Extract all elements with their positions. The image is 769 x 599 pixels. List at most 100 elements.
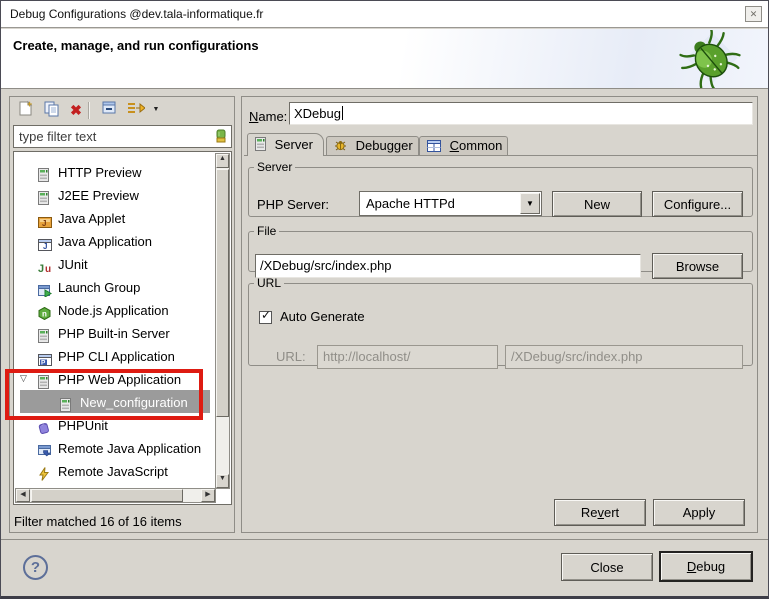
footer-separator — [1, 539, 768, 540]
tree-item-label: Remote JavaScript — [58, 464, 168, 479]
bug-icon — [678, 30, 742, 88]
help-icon[interactable]: ? — [23, 555, 48, 580]
url-group: URL ✓ Auto Generate URL: http://localhos… — [248, 276, 753, 366]
configure-button[interactable]: Configure... — [652, 191, 743, 217]
brush-icon[interactable] — [214, 128, 228, 145]
tab-common-label: Common — [450, 138, 503, 153]
tree-item-remote-java-application[interactable]: Remote Java Application — [14, 436, 216, 459]
configurations-sidebar: + ✖ ▼ type filter text HTTP Preview J2EE … — [9, 96, 235, 533]
url-base-input: http://localhost/ — [317, 345, 498, 369]
tree-item-launch-group[interactable]: Launch Group — [14, 275, 216, 298]
tree-item-phpunit[interactable]: PHPUnit — [14, 413, 216, 436]
php-server-select[interactable]: Apache HTTPd ▼ — [359, 191, 542, 216]
file-path-value: /XDebug/src/index.php — [260, 258, 392, 273]
server-group-legend: Server — [254, 160, 295, 174]
url-path-input: /XDebug/src/index.php — [505, 345, 743, 369]
revert-button[interactable]: Revert — [554, 499, 646, 526]
page-title: Create, manage, and run configurations — [13, 38, 259, 53]
tree-item-label: Node.js Application — [58, 303, 169, 318]
config-tree-rows: HTTP Preview J2EE Preview J Java Applet J Jav… — [14, 160, 216, 482]
text-caret — [342, 106, 343, 120]
url-group-legend: URL — [254, 276, 284, 290]
tree-item-node-js-application[interactable]: n Node.js Application — [14, 298, 216, 321]
svg-text:u: u — [45, 264, 51, 274]
configuration-detail-panel: Name: XDebug Server Debugger Common Serv… — [241, 96, 758, 533]
duplicate-icon[interactable] — [41, 100, 61, 120]
tree-item-php-cli-application[interactable]: P PHP CLI Application — [14, 344, 216, 367]
tree-item-label: JUnit — [58, 257, 88, 272]
window-title: Debug Configurations @dev.tala-informati… — [10, 7, 263, 21]
scroll-right-icon[interactable]: ▶ — [201, 489, 215, 502]
php-server-label: PHP Server: — [257, 197, 329, 212]
tree-item-remote-javascript[interactable]: Remote JavaScript — [14, 459, 216, 482]
collapse-all-icon[interactable] — [99, 100, 119, 120]
tree-item-label: PHPUnit — [58, 418, 108, 433]
check-mark-icon: ✓ — [261, 308, 271, 322]
new-configuration-icon[interactable]: + — [16, 100, 36, 120]
tree-item-label: Java Application — [58, 234, 152, 249]
server-group: Server PHP Server: Apache HTTPd ▼ New Co… — [248, 160, 753, 217]
apply-button[interactable]: Apply — [653, 499, 745, 526]
tree-item-label: Launch Group — [58, 280, 140, 295]
svg-text:J: J — [42, 219, 46, 228]
remote-js-icon — [38, 465, 51, 479]
file-group-legend: File — [254, 224, 279, 238]
remote-java-icon — [38, 442, 51, 456]
scroll-up-icon[interactable]: ▲ — [216, 154, 229, 168]
name-input[interactable]: XDebug — [289, 102, 753, 125]
server-icon — [38, 166, 51, 180]
tab-server-label: Server — [275, 137, 313, 152]
tree-horizontal-scrollbar[interactable]: ◀ ▶ — [15, 488, 216, 503]
nodejs-icon: n — [38, 304, 51, 318]
tree-item-php-web-application[interactable]: ▽PHP Web Application — [14, 367, 216, 390]
horizontal-scroll-thumb[interactable] — [31, 489, 183, 502]
new-server-button[interactable]: New — [552, 191, 642, 217]
tree-item-label: New_configuration — [80, 395, 188, 410]
tree-item-http-preview[interactable]: HTTP Preview — [14, 160, 216, 183]
configuration-tree: HTTP Preview J2EE Preview J Java Applet J Jav… — [13, 151, 232, 505]
tree-item-label: Java Applet — [58, 211, 125, 226]
expand-arrow-icon[interactable]: ▽ — [20, 367, 27, 390]
menu-dropdown-icon[interactable]: ▼ — [150, 100, 162, 120]
java-app-icon: J — [38, 235, 51, 249]
tree-vertical-scrollbar[interactable]: ▲ ▼ — [215, 153, 230, 489]
header-banner: Create, manage, and run configurations — [1, 29, 768, 89]
svg-text:J: J — [43, 242, 47, 251]
junit-icon: Ju — [38, 258, 51, 272]
debug-configurations-dialog: Debug Configurations @dev.tala-informati… — [0, 0, 769, 599]
scroll-left-icon[interactable]: ◀ — [16, 489, 30, 502]
close-icon[interactable]: ✕ — [745, 6, 762, 22]
phpunit-icon — [38, 419, 51, 433]
scroll-down-icon[interactable]: ▼ — [216, 474, 229, 488]
tree-item-new-configuration[interactable]: New_configuration — [20, 390, 210, 413]
combo-dropdown-icon[interactable]: ▼ — [520, 193, 540, 214]
url-label: URL: — [276, 349, 306, 364]
tab-debugger-label: Debugger — [356, 138, 413, 153]
name-label: Name: — [249, 109, 287, 124]
filter-input[interactable]: type filter text — [13, 125, 232, 148]
tree-item-label: PHP CLI Application — [58, 349, 175, 364]
tree-item-junit[interactable]: Ju JUnit — [14, 252, 216, 275]
server-icon — [38, 189, 51, 203]
filter-configurations-icon[interactable] — [125, 100, 145, 120]
file-path-input[interactable]: /XDebug/src/index.php — [255, 254, 641, 278]
applet-icon: J — [38, 212, 51, 226]
svg-text:P: P — [41, 359, 46, 366]
tree-item-java-applet[interactable]: J Java Applet — [14, 206, 216, 229]
tab-server[interactable]: Server — [247, 133, 324, 156]
tree-item-java-application[interactable]: J Java Application — [14, 229, 216, 252]
tab-debugger[interactable]: Debugger — [326, 136, 419, 155]
title-bar[interactable]: Debug Configurations @dev.tala-informati… — [1, 1, 768, 28]
auto-generate-checkbox[interactable]: ✓ — [259, 311, 272, 324]
tree-item-j2ee-preview[interactable]: J2EE Preview — [14, 183, 216, 206]
auto-generate-label[interactable]: Auto Generate — [280, 309, 365, 324]
tree-item-php-built-in-server[interactable]: PHP Built-in Server — [14, 321, 216, 344]
tab-common[interactable]: Common — [419, 136, 508, 155]
vertical-scroll-thumb[interactable] — [216, 169, 229, 417]
delete-icon[interactable]: ✖ — [66, 100, 86, 120]
close-button[interactable]: Close — [561, 553, 653, 581]
tree-item-label: HTTP Preview — [58, 165, 142, 180]
tree-item-label: Remote Java Application — [58, 441, 201, 456]
debug-button[interactable]: Debug — [659, 551, 753, 582]
php-cli-icon: P — [38, 350, 51, 364]
